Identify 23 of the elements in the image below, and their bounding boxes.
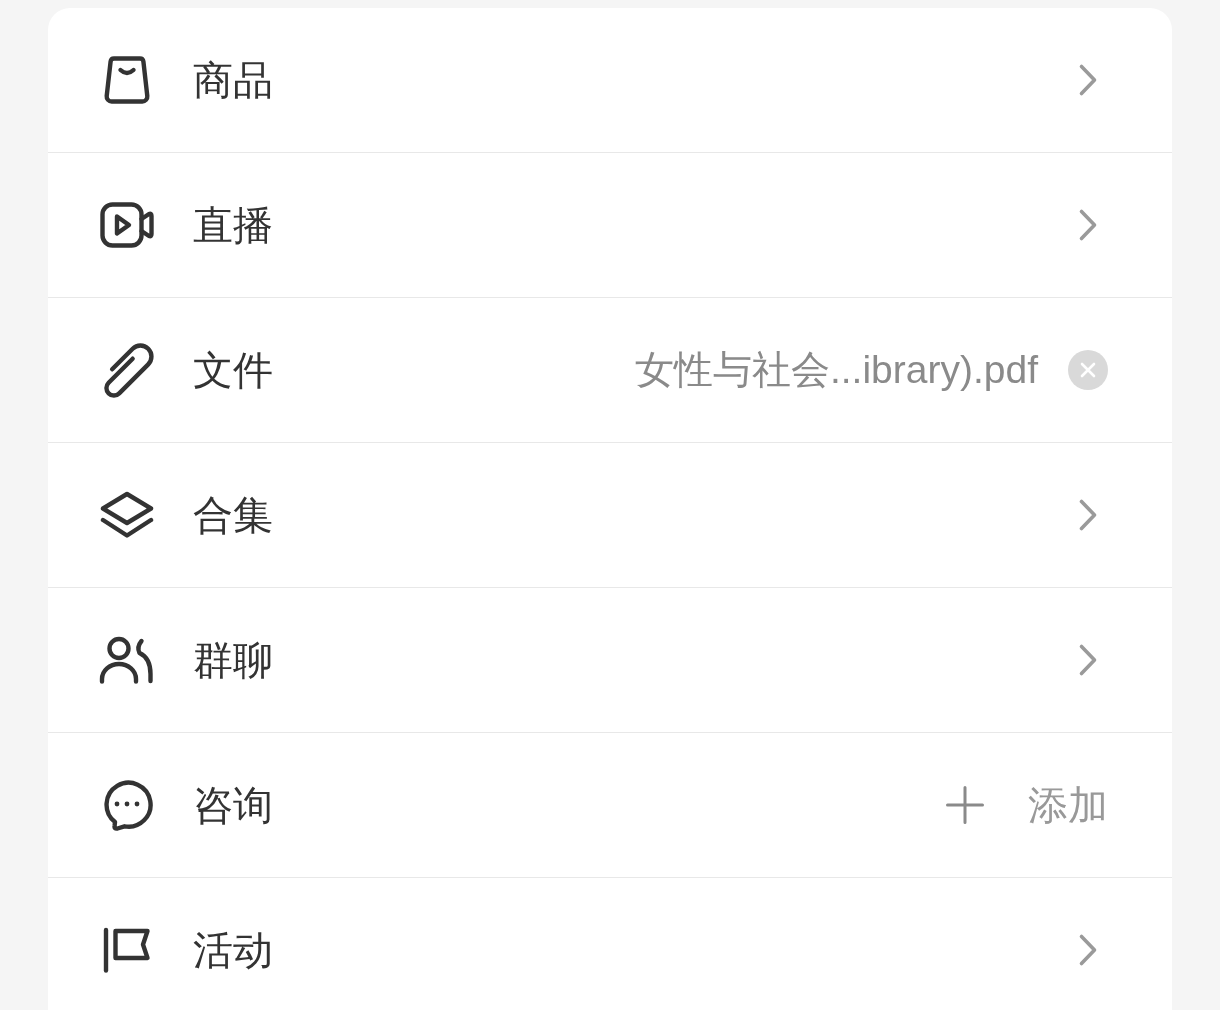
row-label: 文件 — [193, 347, 273, 394]
row-label: 群聊 — [193, 637, 273, 684]
chevron-right-icon[interactable] — [1078, 933, 1098, 967]
row-label: 合集 — [193, 492, 273, 539]
row-label: 咨询 — [193, 782, 273, 829]
plus-icon — [946, 786, 984, 824]
chevron-right-icon[interactable] — [1078, 208, 1098, 242]
row-label: 活动 — [193, 927, 273, 974]
file-name: 女性与社会...ibrary).pdf — [634, 346, 1038, 393]
clear-button[interactable] — [1068, 350, 1108, 390]
chevron-right-icon[interactable] — [1078, 63, 1098, 97]
chat-bubble-icon — [101, 779, 153, 831]
chevron-right-icon[interactable] — [1078, 498, 1098, 532]
add-button[interactable]: 添加 — [946, 781, 1108, 829]
chevron-right-icon[interactable] — [1078, 643, 1098, 677]
row-label: 商品 — [193, 57, 273, 104]
video-camera-icon — [100, 202, 154, 248]
two-people-icon — [99, 636, 155, 684]
layers-icon — [100, 491, 154, 539]
row-label: 直播 — [193, 202, 273, 249]
shopping-bag-icon — [104, 56, 150, 104]
flag-icon — [103, 927, 151, 973]
close-icon — [1080, 362, 1096, 378]
